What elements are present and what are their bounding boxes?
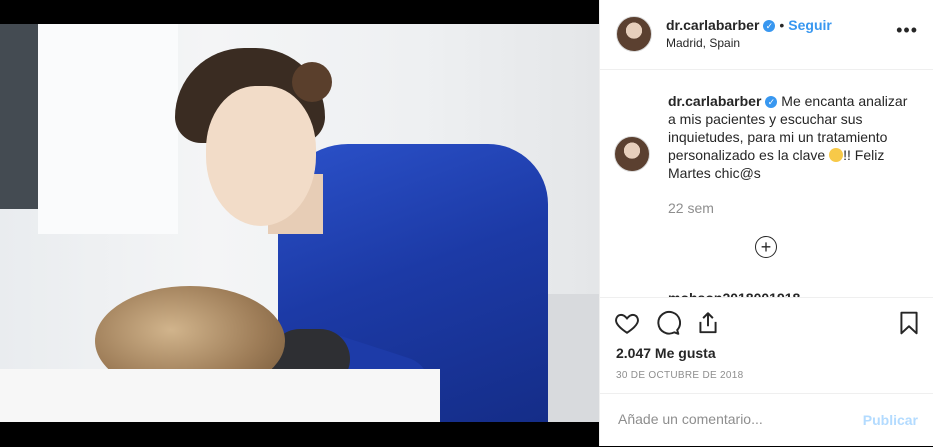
post-date[interactable]: 30 DE OCTUBRE DE 2018 <box>616 370 743 381</box>
comment-username-link[interactable]: mohson2018001918 <box>668 290 800 297</box>
caption-text: dr.carlabarber ✓ Me encanta analizar a mi… <box>668 92 908 182</box>
photo-hair-bun <box>292 62 332 102</box>
caption-username-link[interactable]: dr.carlabarber <box>668 93 761 109</box>
publish-button[interactable]: Publicar <box>863 412 918 428</box>
photo-face <box>206 86 316 226</box>
avatar[interactable] <box>616 16 652 52</box>
likes-count[interactable]: 2.047 Me gusta <box>616 345 716 361</box>
post-side-panel: dr.carlabarber ✓ • Seguir Madrid, Spain •••… <box>599 0 933 446</box>
photo-sheet <box>0 369 440 422</box>
photo-wall <box>0 24 38 209</box>
smile-emoji-icon <box>829 148 844 162</box>
follow-button[interactable]: Seguir <box>788 17 832 33</box>
username-link[interactable]: dr.carlabarber <box>666 17 759 33</box>
verified-badge-icon: ✓ <box>765 96 778 109</box>
comment-bar: Publicar <box>600 393 933 447</box>
caption-timestamp[interactable]: 22 sem <box>668 200 714 216</box>
share-icon[interactable] <box>695 310 721 336</box>
action-bar <box>600 297 933 350</box>
caption-avatar[interactable] <box>614 136 650 172</box>
post-header: dr.carlabarber ✓ • Seguir Madrid, Spain ••• <box>600 0 933 70</box>
more-options-icon[interactable]: ••• <box>896 20 918 41</box>
heart-icon[interactable] <box>614 310 640 336</box>
location-link[interactable]: Madrid, Spain <box>666 36 740 50</box>
separator-dot: • <box>779 17 785 33</box>
post-photo[interactable] <box>0 24 599 422</box>
bookmark-icon[interactable] <box>896 310 922 336</box>
photo-window <box>38 24 178 234</box>
comments-area[interactable]: dr.carlabarber ✓ Me encanta analizar a mi… <box>600 70 933 297</box>
photo-background-object <box>548 294 599 422</box>
load-more-comments-icon[interactable]: + <box>755 236 777 258</box>
verified-badge-icon: ✓ <box>763 20 776 33</box>
comment-icon[interactable] <box>655 310 681 336</box>
comment-input[interactable] <box>616 410 850 428</box>
header-user-line: dr.carlabarber ✓ • Seguir <box>666 17 832 33</box>
